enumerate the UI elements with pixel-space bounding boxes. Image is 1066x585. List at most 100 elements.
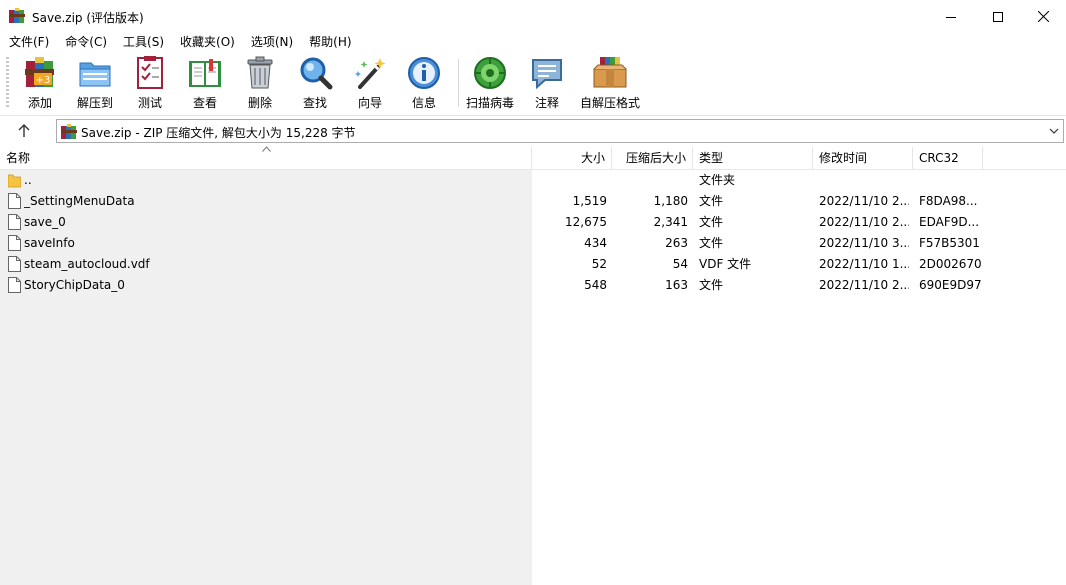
extract-to-button[interactable]: 解压到 [72, 55, 118, 113]
list-item[interactable]: _SettingMenuData 1,519 1,180 文件 2022/11/… [0, 191, 1066, 212]
column-name[interactable]: 名称 [0, 147, 532, 169]
file-name: steam_autocloud.vdf [24, 257, 150, 271]
close-button[interactable] [1020, 0, 1066, 33]
window-title: Save.zip (评估版本) [32, 11, 144, 25]
virus-scan-icon [474, 57, 506, 89]
sfx-button[interactable]: 自解压格式 [578, 55, 642, 113]
file-list: .. 文件夹 _SettingMenuData 1,519 1,180 文件 2… [0, 170, 1066, 585]
list-item[interactable]: StoryChipData_0 548 163 文件 2022/11/10 2.… [0, 275, 1066, 296]
file-name: save_0 [24, 215, 66, 229]
file-packed-size: 54 [672, 257, 688, 271]
find-button[interactable]: 查找 [294, 55, 336, 113]
find-label: 查找 [302, 96, 327, 110]
view-button[interactable]: 查看 [182, 55, 228, 113]
file-crc32: F57B5301 [919, 236, 980, 250]
info-icon [408, 57, 440, 89]
archive-path-text: Save.zip - ZIP 压缩文件, 解包大小为 15,228 字节 [81, 126, 356, 140]
add-button[interactable]: +3 添加 [18, 55, 62, 113]
file-icon [8, 256, 21, 272]
add-label: 添加 [27, 96, 52, 110]
add-archive-icon: +3 [25, 57, 54, 87]
up-arrow-icon[interactable] [14, 122, 34, 140]
delete-button[interactable]: 删除 [240, 55, 280, 113]
comment-icon [532, 59, 562, 90]
file-packed-size: 1,180 [653, 194, 688, 208]
toolbar-grip[interactable] [6, 57, 9, 109]
magic-wand-icon [355, 58, 386, 89]
magnifier-icon [300, 57, 333, 90]
path-combobox[interactable]: Save.zip - ZIP 压缩文件, 解包大小为 15,228 字节 [56, 119, 1064, 143]
menu-commands[interactable]: 命令(C) [56, 33, 114, 53]
minimize-icon [946, 16, 956, 18]
comment-button[interactable]: 注释 [528, 55, 566, 113]
column-type[interactable]: 类型 [693, 147, 813, 169]
column-size[interactable]: 大小 [532, 147, 612, 169]
comment-label: 注释 [534, 96, 559, 110]
file-name: StoryChipData_0 [24, 278, 125, 292]
column-modified[interactable]: 修改时间 [813, 147, 913, 169]
file-crc32 [919, 170, 981, 191]
file-type: 文件 [699, 236, 724, 250]
scan-virus-label: 扫描病毒 [465, 96, 514, 110]
file-type: 文件 [699, 215, 724, 229]
delete-label: 删除 [247, 96, 272, 110]
menu-bar: 文件(F) 命令(C) 工具(S) 收藏夹(O) 选项(N) 帮助(H) [0, 33, 1066, 53]
file-size: 434 [584, 236, 607, 250]
menu-file[interactable]: 文件(F) [0, 33, 56, 53]
file-name: saveInfo [24, 236, 75, 250]
wizard-label: 向导 [357, 96, 382, 110]
title-bar: Save.zip (评估版本) [0, 0, 1066, 33]
column-packed-size[interactable]: 压缩后大小 [612, 147, 693, 169]
file-size: 52 [591, 257, 607, 271]
file-size: 12,675 [565, 215, 607, 229]
menu-favorites[interactable]: 收藏夹(O) [171, 33, 242, 53]
trash-icon [247, 56, 273, 89]
file-type: VDF 文件 [699, 257, 752, 271]
test-button[interactable]: 测试 [130, 55, 170, 113]
extract-folder-icon [79, 62, 111, 87]
file-packed-size [612, 170, 688, 191]
file-modified: 2022/11/10 2... [819, 278, 909, 292]
list-item[interactable]: save_0 12,675 2,341 文件 2022/11/10 2... E… [0, 212, 1066, 233]
toolbar-separator [458, 59, 459, 107]
file-type: 文件夹 [699, 173, 736, 187]
file-icon [8, 277, 21, 293]
address-bar: Save.zip - ZIP 压缩文件, 解包大小为 15,228 字节 [0, 117, 1066, 145]
file-icon [8, 193, 21, 209]
list-item[interactable]: steam_autocloud.vdf 52 54 VDF 文件 2022/11… [0, 254, 1066, 275]
sfx-box-icon [593, 57, 627, 88]
file-name: _SettingMenuData [24, 194, 135, 208]
file-modified: 2022/11/10 3... [819, 236, 909, 250]
file-size: 548 [584, 278, 607, 292]
minimize-button[interactable] [928, 0, 974, 33]
file-packed-size: 2,341 [653, 215, 688, 229]
chevron-down-icon[interactable] [1047, 124, 1061, 138]
file-type: 文件 [699, 194, 724, 208]
file-size: 1,519 [572, 194, 607, 208]
list-item[interactable]: saveInfo 434 263 文件 2022/11/10 3... F57B… [0, 233, 1066, 254]
file-type: 文件 [699, 278, 724, 292]
file-crc32: 2D002670 [919, 257, 981, 271]
toolbar: +3 添加 解压到 测试 查看 删除 查找 向导 信息 扫描病毒 注释 自解压格… [0, 53, 1066, 116]
folder-up-icon [8, 174, 21, 188]
file-crc32: EDAF9D... [919, 215, 980, 229]
menu-help[interactable]: 帮助(H) [300, 33, 358, 53]
file-modified: 2022/11/10 2... [819, 194, 909, 208]
info-button[interactable]: 信息 [404, 55, 444, 113]
menu-options[interactable]: 选项(N) [242, 33, 300, 53]
extract-to-label: 解压到 [76, 96, 113, 110]
column-crc32[interactable]: CRC32 [913, 147, 983, 169]
file-modified: 2022/11/10 2... [819, 215, 909, 229]
file-crc32: F8DA98... [919, 194, 978, 208]
file-name: .. [24, 173, 32, 187]
scan-virus-button[interactable]: 扫描病毒 [464, 55, 516, 113]
sfx-label: 自解压格式 [579, 96, 640, 110]
file-modified: 2022/11/10 1... [819, 257, 909, 271]
wizard-button[interactable]: 向导 [350, 55, 390, 113]
list-item[interactable]: .. 文件夹 [0, 170, 1066, 191]
maximize-button[interactable] [975, 0, 1021, 33]
view-label: 查看 [192, 96, 217, 110]
file-packed-size: 263 [665, 236, 688, 250]
menu-tools[interactable]: 工具(S) [114, 33, 171, 53]
maximize-icon [993, 11, 1003, 22]
